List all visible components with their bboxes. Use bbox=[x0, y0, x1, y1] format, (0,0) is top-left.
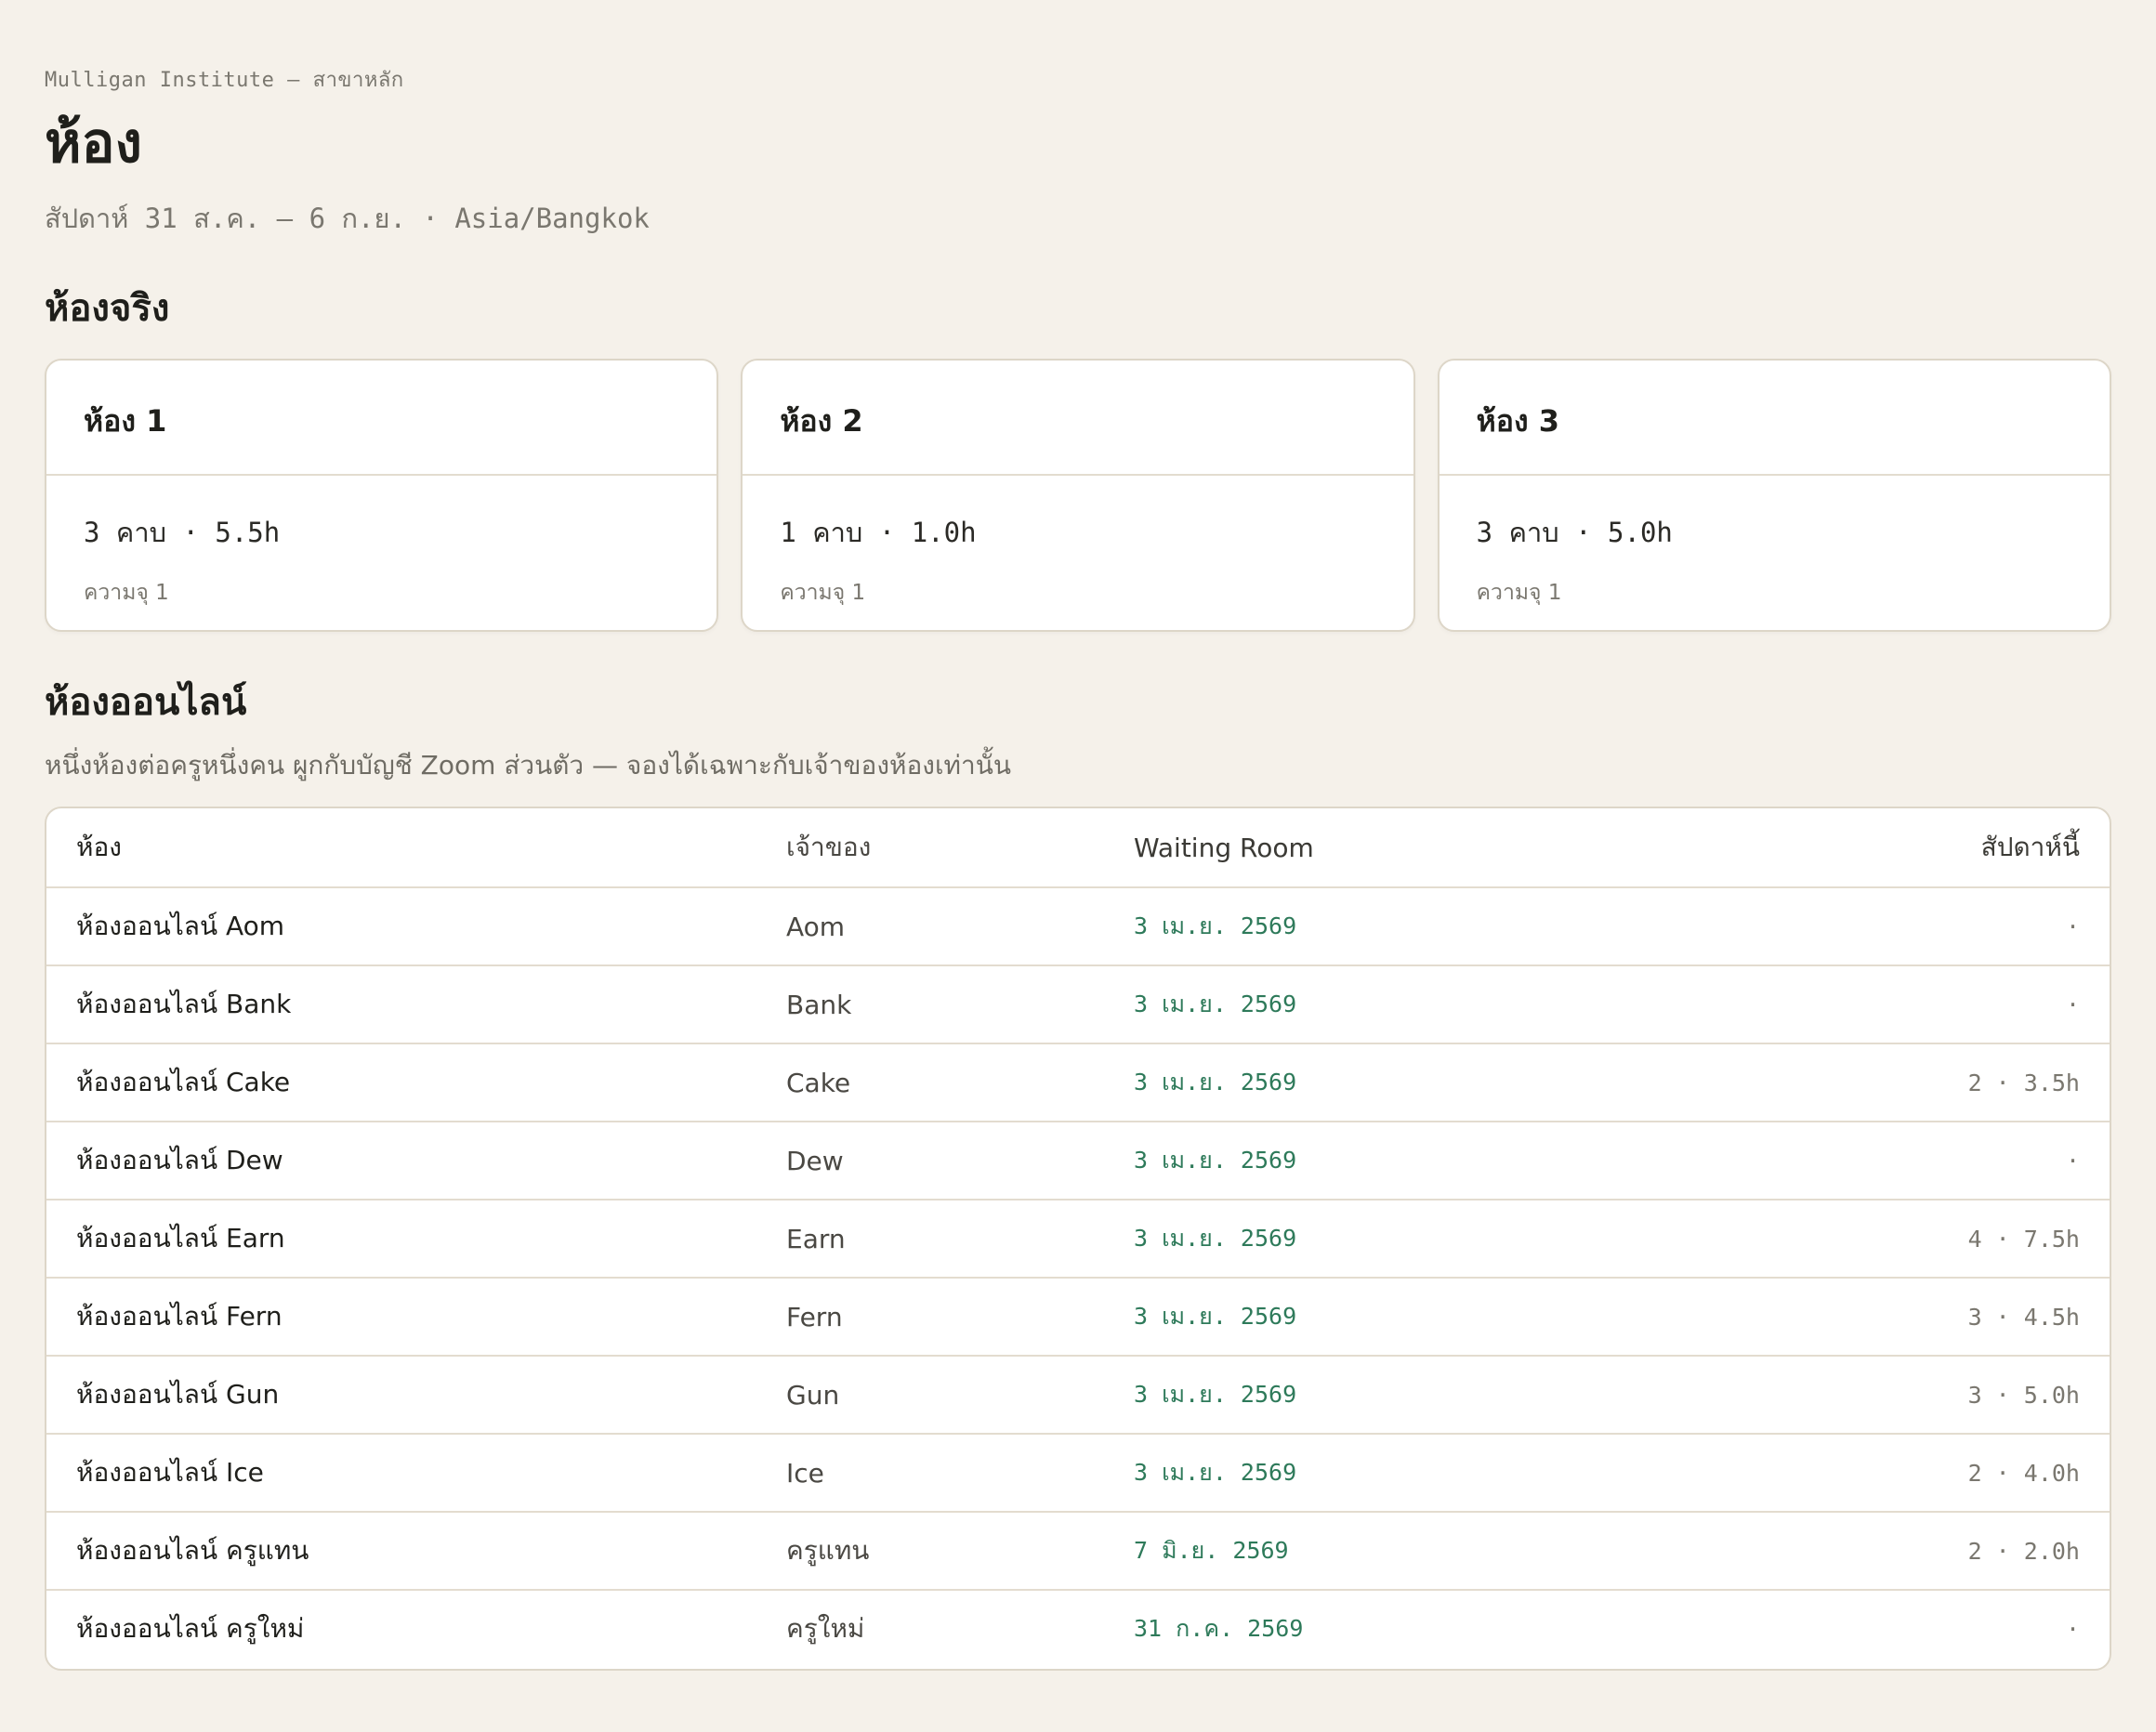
room-card-stats: 1 คาบ · 1.0h bbox=[780, 517, 977, 548]
waiting-room-cell: 7 มิ.ย. 2569 bbox=[1104, 1512, 1690, 1591]
table-row[interactable]: ห้องออนไลน์ ครูใหม่ ครูใหม่ 31 ก.ค. 2569 · bbox=[46, 1590, 2110, 1667]
week-range: สัปดาห์ 31 ส.ค. – 6 ก.ย. · Asia/Bangkok bbox=[45, 203, 650, 234]
this-week-cell: 2 · 4.0h bbox=[1689, 1434, 2110, 1513]
waiting-room-cell: 3 เม.ย. 2569 bbox=[1104, 1122, 1690, 1201]
owner-cell: Bank bbox=[756, 965, 1104, 1044]
online-rooms-description: หนึ่งห้องต่อครูหนึ่งคน ผูกกับบัญชี Zoom … bbox=[45, 750, 1011, 781]
waiting-room-cell: 3 เม.ย. 2569 bbox=[1104, 1200, 1690, 1279]
room-name-cell: ห้องออนไลน์ Fern bbox=[46, 1278, 756, 1357]
room-name-cell: ห้องออนไลน์ Earn bbox=[46, 1200, 756, 1279]
room-card-name: ห้อง 1 bbox=[46, 361, 717, 476]
room-name-cell: ห้องออนไลน์ Bank bbox=[46, 965, 756, 1044]
this-week-cell: 4 · 7.5h bbox=[1689, 1200, 2110, 1279]
this-week-cell: 3 · 4.5h bbox=[1689, 1278, 2110, 1357]
room-card-capacity: ความจุ 1 bbox=[780, 581, 866, 605]
physical-rooms-title: ห้องจริง bbox=[45, 287, 170, 330]
owner-cell: Earn bbox=[756, 1200, 1104, 1279]
room-card-name: ห้อง 3 bbox=[1439, 361, 2110, 476]
this-week-cell: · bbox=[2065, 1615, 2080, 1643]
table-row[interactable]: ห้องออนไลน์ Earn Earn 3 เม.ย. 2569 4 · 7.5h bbox=[46, 1200, 2110, 1279]
this-week-cell: · bbox=[1689, 887, 2110, 966]
this-week-cell: · bbox=[1689, 965, 2110, 1044]
table-row[interactable]: ห้องออนไลน์ ครูแทน ครูแทน 7 มิ.ย. 2569 2 · … bbox=[46, 1512, 2110, 1591]
room-card-name: ห้อง 2 bbox=[743, 361, 1413, 476]
waiting-room-cell: 3 เม.ย. 2569 bbox=[1104, 1278, 1690, 1357]
owner-cell: Ice bbox=[756, 1434, 1104, 1513]
owner-cell: Dew bbox=[756, 1122, 1104, 1201]
page-title: ห้อง bbox=[45, 111, 142, 176]
room-card[interactable]: ห้อง 3 3 คาบ · 5.0h ความจุ 1 bbox=[1437, 359, 2111, 632]
this-week-cell: 2 · 3.5h bbox=[1689, 1043, 2110, 1122]
room-name-cell: ห้องออนไลน์ Cake bbox=[46, 1043, 756, 1122]
physical-room-cards: ห้อง 1 3 คาบ · 5.5h ความจุ 1 ห้อง 2 1 คา… bbox=[45, 359, 2111, 632]
owner-cell: Fern bbox=[756, 1278, 1104, 1357]
online-rooms-title: ห้องออนไลน์ bbox=[45, 681, 247, 724]
column-header-room: ห้อง bbox=[46, 808, 756, 888]
table-row[interactable]: ห้องออนไลน์ Fern Fern 3 เม.ย. 2569 3 · 4.5h bbox=[46, 1278, 2110, 1357]
table-row[interactable]: ห้องออนไลน์ Ice Ice 3 เม.ย. 2569 2 · 4.0h bbox=[46, 1434, 2110, 1513]
waiting-room-cell: 3 เม.ย. 2569 bbox=[1104, 1356, 1690, 1435]
org-name: Mulligan Institute — สาขาหลัก bbox=[45, 69, 404, 92]
table-header-row: ห้อง เจ้าของ Waiting Room สัปดาห์นี้ bbox=[46, 808, 2110, 888]
column-header-waiting-room: Waiting Room bbox=[1104, 808, 1690, 888]
online-rooms-table: ห้อง เจ้าของ Waiting Room สัปดาห์นี้ ห้อ… bbox=[45, 807, 2111, 1671]
owner-cell: Gun bbox=[756, 1356, 1104, 1435]
column-header-owner: เจ้าของ bbox=[756, 808, 1104, 888]
online-rooms-body: ห้องออนไลน์ Aom Aom 3 เม.ย. 2569 · ห้องออนไล… bbox=[46, 887, 2110, 1667]
room-name-cell: ห้องออนไลน์ Gun bbox=[46, 1356, 756, 1435]
room-card-stats: 3 คาบ · 5.5h bbox=[84, 517, 281, 548]
owner-cell: ครูใหม่ bbox=[786, 1613, 865, 1644]
this-week-cell: 2 · 2.0h bbox=[1689, 1512, 2110, 1591]
room-name-cell: ห้องออนไลน์ Dew bbox=[46, 1122, 756, 1201]
room-name-cell: ห้องออนไลน์ ครูใหม่ bbox=[76, 1613, 305, 1644]
this-week-cell: · bbox=[1689, 1122, 2110, 1201]
room-card[interactable]: ห้อง 1 3 คาบ · 5.5h ความจุ 1 bbox=[45, 359, 719, 632]
table-row[interactable]: ห้องออนไลน์ Aom Aom 3 เม.ย. 2569 · bbox=[46, 887, 2110, 966]
column-header-this-week: สัปดาห์นี้ bbox=[1689, 808, 2110, 888]
room-name-cell: ห้องออนไลน์ Aom bbox=[46, 887, 756, 966]
table-row[interactable]: ห้องออนไลน์ Cake Cake 3 เม.ย. 2569 2 · 3.5h bbox=[46, 1043, 2110, 1122]
table-row[interactable]: ห้องออนไลน์ Dew Dew 3 เม.ย. 2569 · bbox=[46, 1122, 2110, 1201]
owner-cell: Aom bbox=[756, 887, 1104, 966]
room-card-capacity: ความจุ 1 bbox=[1476, 581, 1562, 605]
room-card-capacity: ความจุ 1 bbox=[84, 581, 169, 605]
owner-cell: Cake bbox=[756, 1043, 1104, 1122]
room-name-cell: ห้องออนไลน์ Ice bbox=[46, 1434, 756, 1513]
waiting-room-cell: 3 เม.ย. 2569 bbox=[1104, 1043, 1690, 1122]
room-name-cell: ห้องออนไลน์ ครูแทน bbox=[46, 1512, 756, 1591]
owner-cell: ครูแทน bbox=[756, 1512, 1104, 1591]
waiting-room-cell: 3 เม.ย. 2569 bbox=[1104, 965, 1690, 1044]
table-row[interactable]: ห้องออนไลน์ Gun Gun 3 เม.ย. 2569 3 · 5.0h bbox=[46, 1356, 2110, 1435]
waiting-room-cell: 31 ก.ค. 2569 bbox=[1134, 1615, 1304, 1642]
room-card-stats: 3 คาบ · 5.0h bbox=[1476, 517, 1673, 548]
waiting-room-cell: 3 เม.ย. 2569 bbox=[1104, 887, 1690, 966]
table-row[interactable]: ห้องออนไลน์ Bank Bank 3 เม.ย. 2569 · bbox=[46, 965, 2110, 1044]
waiting-room-cell: 3 เม.ย. 2569 bbox=[1104, 1434, 1690, 1513]
this-week-cell: 3 · 5.0h bbox=[1689, 1356, 2110, 1435]
room-card[interactable]: ห้อง 2 1 คาบ · 1.0h ความจุ 1 bbox=[741, 359, 1415, 632]
